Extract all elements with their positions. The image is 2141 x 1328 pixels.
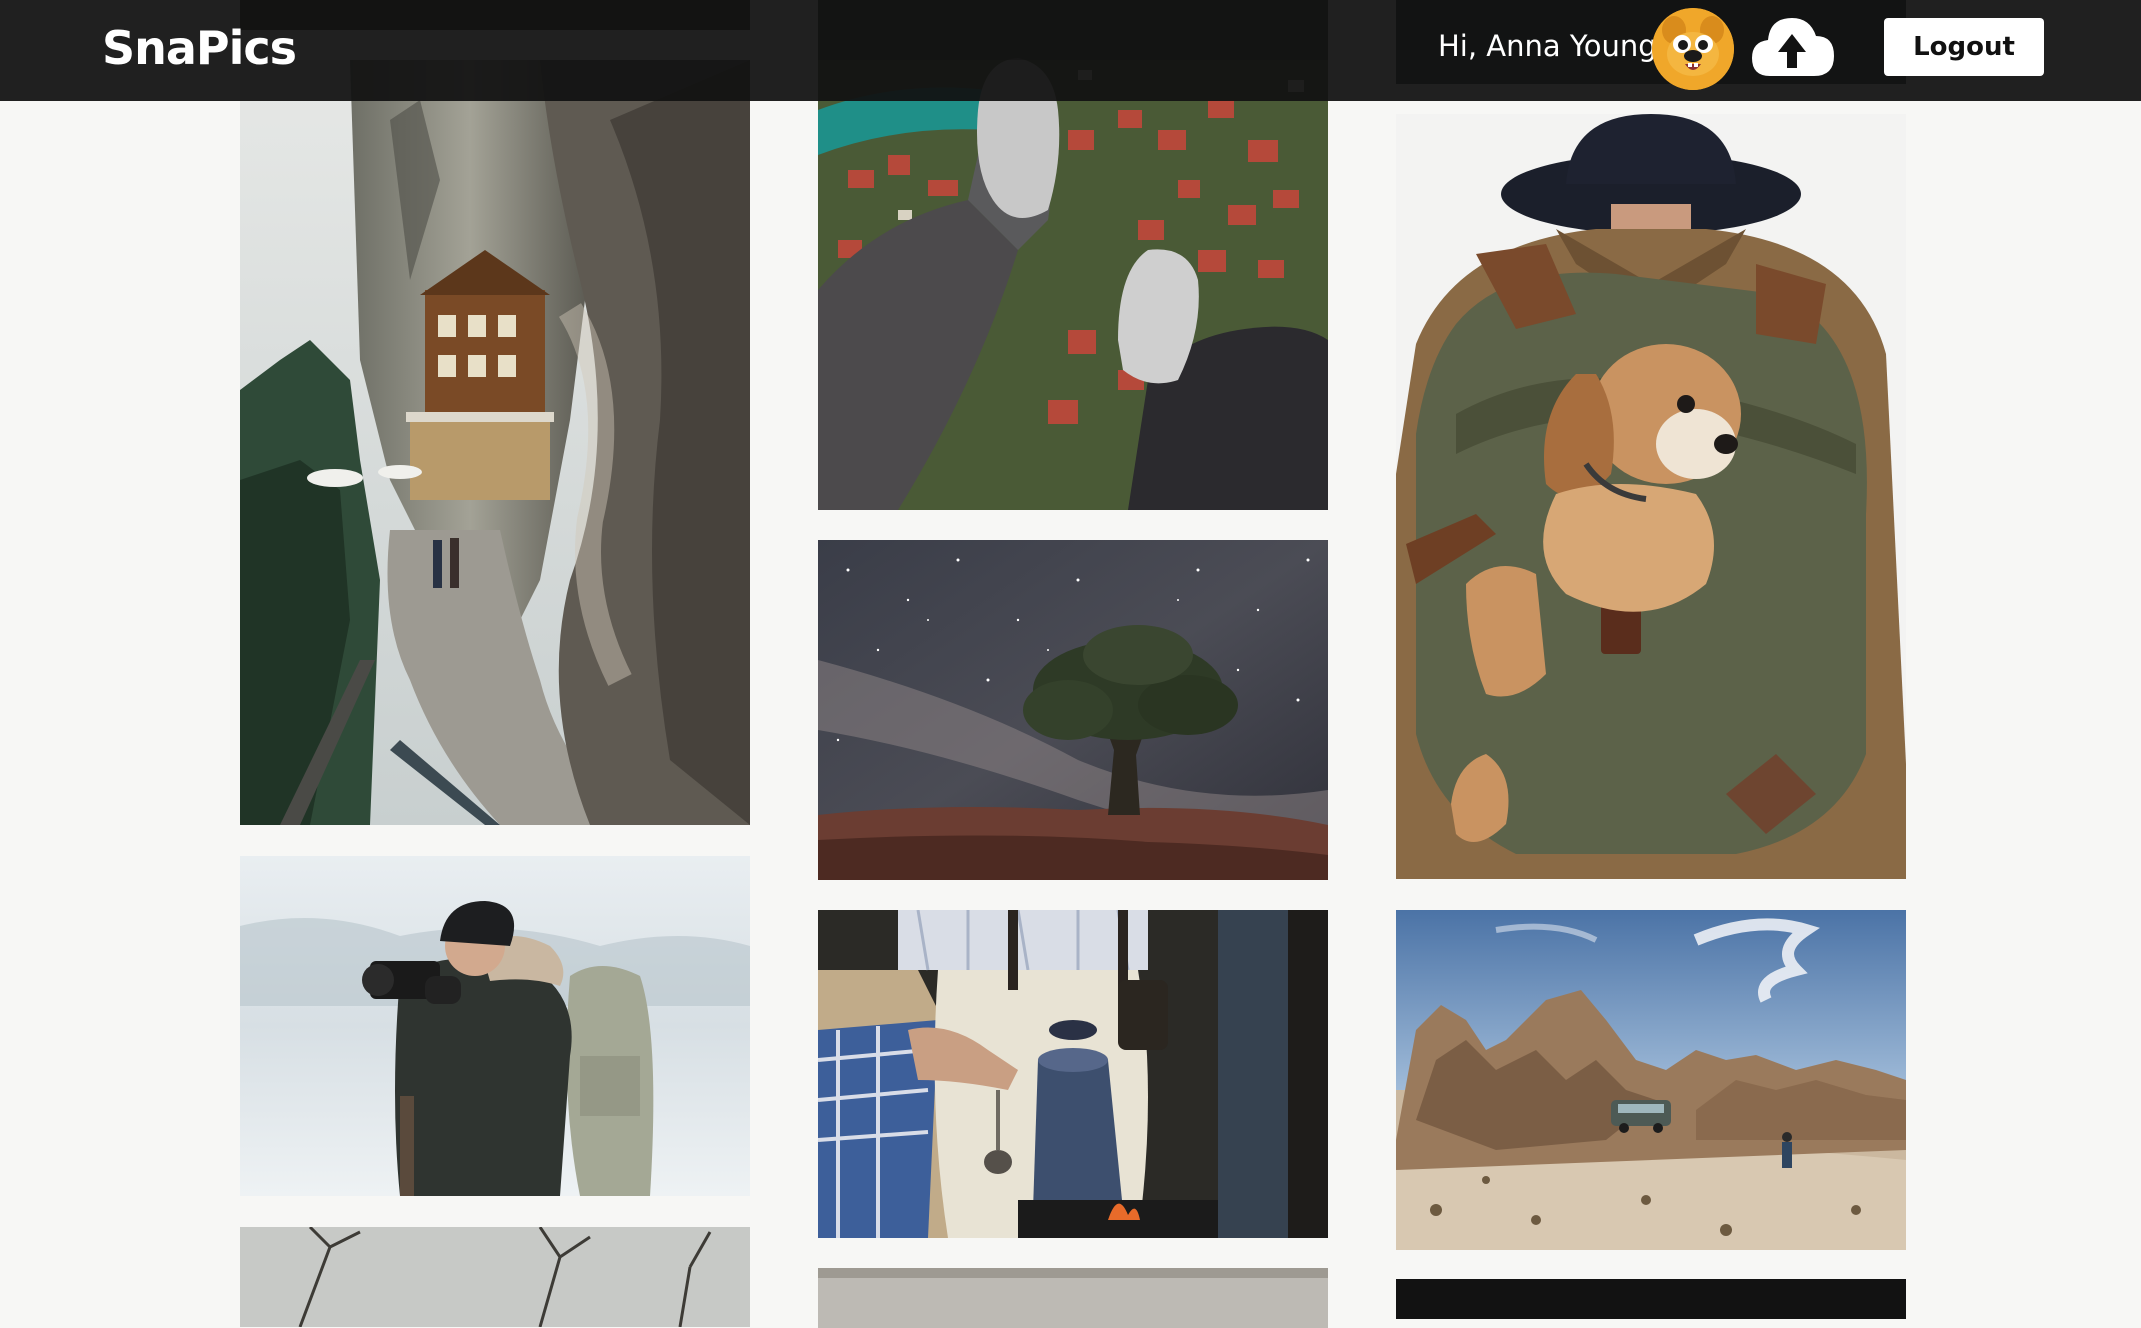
gallery-photo-dog-in-backpack[interactable] bbox=[1396, 114, 1906, 879]
gallery-photo-coffee-pot[interactable] bbox=[818, 910, 1328, 1238]
gallery-photo-partial-dark-bottom[interactable] bbox=[1396, 1279, 1906, 1319]
brand-logo[interactable]: SnaPics bbox=[102, 18, 297, 78]
photo-gallery bbox=[0, 0, 2141, 1328]
gallery-photo-photographer[interactable] bbox=[240, 856, 750, 1196]
gallery-photo-tree-milky-way[interactable] bbox=[818, 540, 1328, 880]
cloud-upload-icon[interactable] bbox=[1748, 10, 1836, 88]
gallery-photo-partial-light[interactable] bbox=[818, 1268, 1328, 1328]
top-navbar: SnaPics Hi, Anna Young Logout bbox=[0, 0, 2141, 101]
gallery-photo-partial-bottom[interactable] bbox=[240, 1227, 750, 1327]
gallery-photo-cliffside-house[interactable] bbox=[240, 60, 750, 825]
user-avatar[interactable] bbox=[1652, 8, 1734, 90]
user-greeting: Hi, Anna Young bbox=[1438, 29, 1657, 63]
logout-button[interactable]: Logout bbox=[1884, 18, 2044, 76]
gallery-photo-desert-van[interactable] bbox=[1396, 910, 1906, 1250]
